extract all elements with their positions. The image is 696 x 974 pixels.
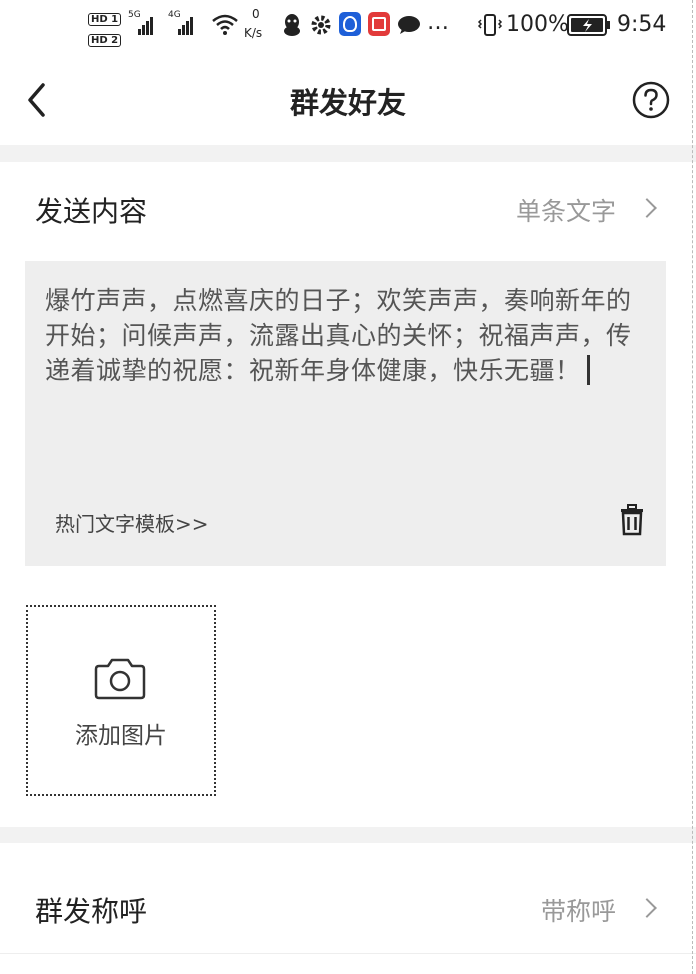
section-divider bbox=[0, 827, 696, 843]
salutation-label: 群发称呼 bbox=[35, 895, 148, 928]
signal-icon bbox=[178, 16, 194, 35]
bottom-divider bbox=[0, 953, 696, 954]
net-speed-value: 0 bbox=[252, 7, 260, 21]
status-bar: HD 1 HD 2 5G 4G 0 K/s … 100% 9:54 bbox=[0, 0, 696, 52]
qq-icon bbox=[284, 14, 300, 36]
signal-icon bbox=[138, 16, 154, 35]
message-text-content[interactable]: 爆竹声声，点燃喜庆的日子；欢笑声声，奏响新年的开始；问候声声，流露出真心的关怀；… bbox=[45, 283, 645, 388]
help-question-circle-icon[interactable] bbox=[631, 80, 671, 120]
message-bubble-icon bbox=[398, 16, 420, 34]
group-salutation-row[interactable]: 群发称呼 带称呼 bbox=[0, 843, 696, 953]
trash-delete-icon[interactable] bbox=[619, 503, 645, 537]
sim2-label: HD 2 bbox=[88, 34, 122, 47]
salutation-value: 带称呼 bbox=[540, 897, 616, 926]
page-title: 群发好友 bbox=[289, 86, 406, 120]
right-edge-dashed-line bbox=[692, 0, 693, 974]
message-text[interactable]: 爆竹声声，点燃喜庆的日子；欢笑声声，奏响新年的开始；问候声声，流露出真心的关怀；… bbox=[45, 286, 632, 385]
send-content-value: 单条文字 bbox=[515, 197, 616, 226]
hot-template-link[interactable]: 热门文字模板>> bbox=[55, 508, 209, 537]
wifi-icon bbox=[212, 14, 238, 35]
net-speed-unit: K/s bbox=[244, 26, 263, 40]
send-content-label: 发送内容 bbox=[35, 195, 148, 228]
app-notification-blue-icon bbox=[339, 12, 361, 36]
battery-charging-icon bbox=[567, 14, 610, 36]
clock-time: 9:54 bbox=[617, 12, 667, 37]
sim2-badge: HD 2 bbox=[88, 28, 122, 47]
more-notifications-icon: … bbox=[427, 10, 449, 35]
sim1-badge: HD 1 bbox=[88, 7, 122, 26]
settings-gear-icon bbox=[311, 15, 331, 35]
text-cursor bbox=[586, 355, 590, 385]
section-divider bbox=[0, 145, 696, 162]
chevron-right-icon bbox=[637, 898, 657, 918]
add-image-label: 添加图片 bbox=[75, 723, 167, 749]
send-content-row[interactable]: 发送内容 单条文字 bbox=[0, 162, 696, 257]
camera-icon bbox=[94, 658, 146, 700]
chevron-right-icon bbox=[637, 198, 657, 218]
sim1-label: HD 1 bbox=[88, 13, 122, 26]
app-notification-red-icon bbox=[368, 12, 390, 36]
vibrate-icon bbox=[477, 14, 503, 36]
battery-percent: 100% bbox=[506, 12, 569, 37]
